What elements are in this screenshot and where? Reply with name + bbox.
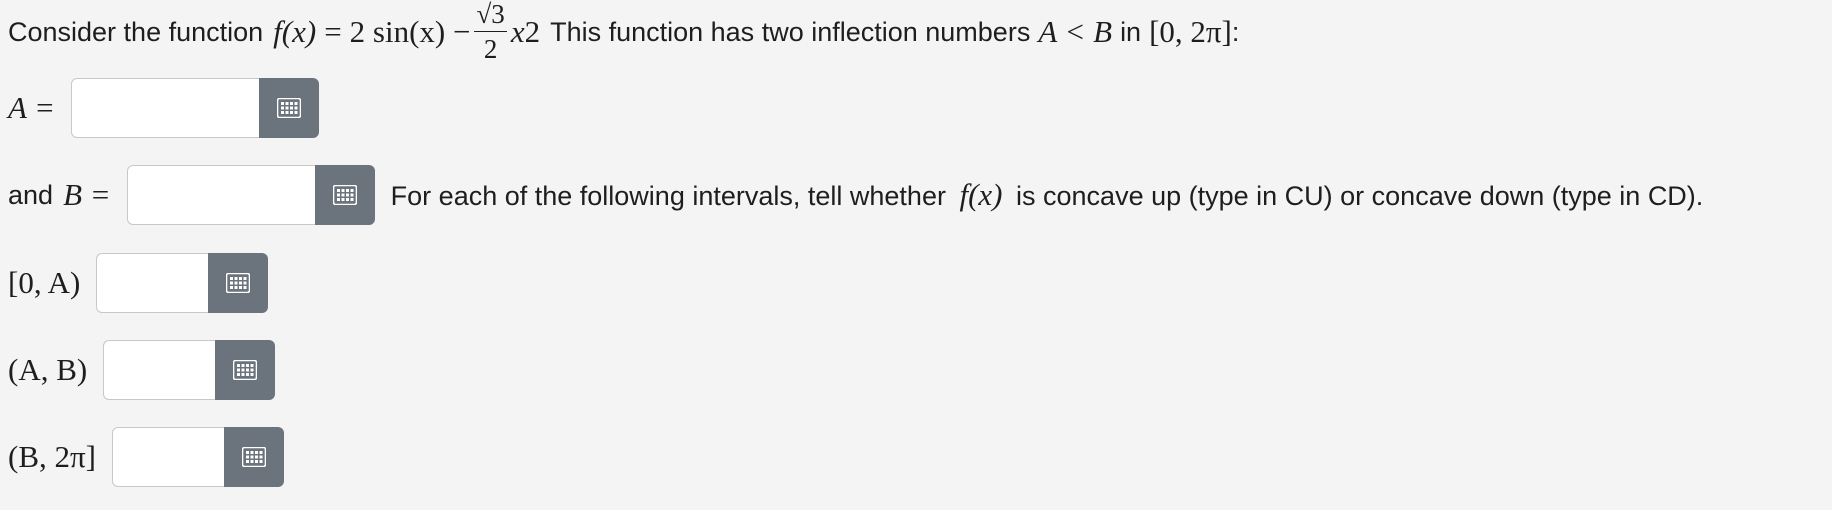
interval-2-keyboard-button[interactable] [215, 340, 276, 400]
grid-keyboard-icon [241, 447, 266, 467]
x-variable: x [510, 14, 525, 49]
inequality: A < B [1038, 14, 1113, 49]
a-answer-input[interactable] [71, 78, 260, 138]
instruction-before: For each of the following intervals, tel… [390, 181, 946, 211]
interval-label-1: [0, A) [8, 265, 81, 300]
grid-keyboard-icon [233, 360, 258, 380]
grid-keyboard-icon [226, 273, 251, 293]
and-word: and [8, 179, 54, 210]
a-label: A = [8, 90, 56, 125]
question-intro: Consider the function [8, 16, 264, 47]
function-term: 2 sin(x) − [349, 14, 471, 49]
domain-interval: [0, 2π] [1149, 14, 1232, 49]
grid-keyboard-icon [277, 98, 302, 118]
b-keyboard-button[interactable] [314, 165, 375, 225]
b-answer-field [126, 165, 375, 225]
colon: : [1231, 16, 1240, 47]
interval-3-field [111, 427, 284, 487]
b-answer-row: and B = For each of the following interv… [8, 165, 1703, 225]
interval-label-2: (A, B) [8, 352, 88, 387]
instruction-fx: f(x) [959, 177, 1003, 212]
instruction-after: is concave up (type in CU) or concave do… [1016, 181, 1704, 211]
interval-1-input[interactable] [96, 253, 209, 313]
interval-label-3: (B, 2π] [8, 439, 96, 474]
a-keyboard-button[interactable] [259, 78, 320, 138]
a-answer-field [71, 78, 320, 138]
b-label: B = [63, 177, 111, 212]
in-word: in [1120, 16, 1142, 47]
question-continued: This function has two inflection numbers [550, 16, 1031, 47]
interval-row-3: (B, 2π] [8, 427, 300, 487]
a-answer-row: A = [8, 78, 335, 138]
interval-2-field [103, 340, 276, 400]
interval-3-input[interactable] [111, 427, 224, 487]
equals-sign: = [324, 14, 342, 49]
fraction-denominator: 2 [483, 34, 498, 64]
b-answer-input[interactable] [126, 165, 315, 225]
exponent: 2 [524, 14, 541, 49]
sqrt3-fraction: √3 2 [474, 1, 507, 64]
interval-row-2: (A, B) [8, 340, 291, 400]
fraction-numerator: √3 [474, 1, 507, 32]
interval-1-field [96, 253, 269, 313]
interval-3-keyboard-button[interactable] [223, 427, 284, 487]
question-text: Consider the function f(x) = 2 sin(x) − … [8, 1, 1240, 64]
interval-row-1: [0, A) [8, 253, 284, 313]
interval-1-keyboard-button[interactable] [208, 253, 269, 313]
interval-2-input[interactable] [103, 340, 216, 400]
grid-keyboard-icon [332, 185, 357, 205]
function-name: f(x) [273, 14, 317, 49]
instruction-text: For each of the following intervals, tel… [391, 177, 1704, 213]
